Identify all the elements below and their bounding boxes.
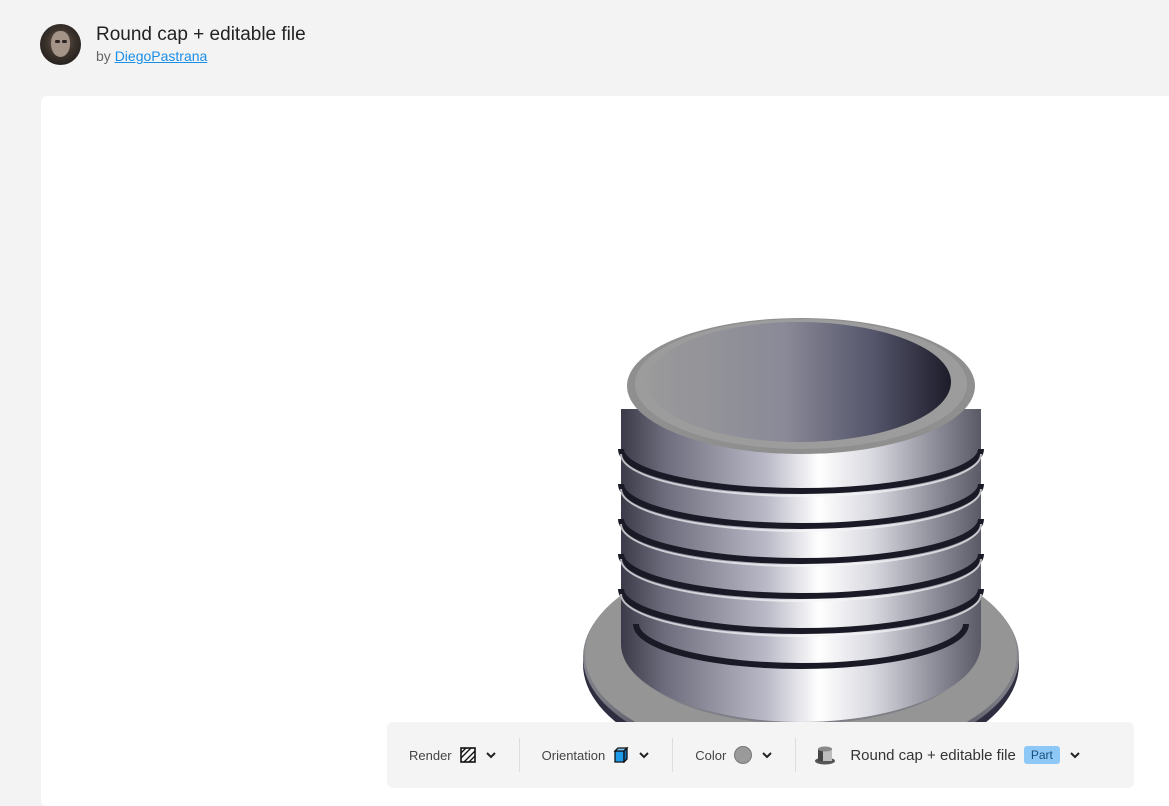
cube-icon [613, 747, 629, 763]
by-prefix: by [96, 48, 111, 64]
model-render[interactable] [581, 314, 1021, 779]
chevron-down-icon [1070, 752, 1080, 759]
color-label: Color [695, 747, 727, 763]
chevron-down-icon [485, 752, 496, 759]
model-header: Round cap + editable file by DiegoPastra… [40, 23, 306, 65]
author-avatar[interactable] [40, 23, 81, 65]
render-mode-icon [459, 747, 476, 763]
orientation-label: Orientation [541, 747, 606, 763]
render-label: Render [409, 747, 452, 763]
viewer-toolbar: Render Orientation Color Round cap + edi… [387, 722, 1134, 788]
part-menu[interactable]: Round cap + editable file Part [796, 738, 1095, 772]
title-block: Round cap + editable file by DiegoPastra… [96, 24, 306, 64]
render-menu[interactable]: Render [387, 738, 520, 772]
part-name: Round cap + editable file [850, 746, 1016, 764]
color-swatch [734, 746, 753, 764]
color-menu[interactable]: Color [673, 738, 797, 772]
orientation-menu[interactable]: Orientation [520, 738, 674, 772]
chevron-down-icon [639, 752, 649, 759]
page-title: Round cap + editable file [96, 24, 306, 45]
3d-viewer[interactable] [41, 96, 1169, 806]
part-badge: Part [1023, 746, 1060, 764]
byline: by DiegoPastrana [96, 48, 306, 64]
chevron-down-icon [762, 752, 773, 759]
author-link[interactable]: DiegoPastrana [115, 48, 208, 64]
part-thumbnail-icon [815, 746, 836, 765]
